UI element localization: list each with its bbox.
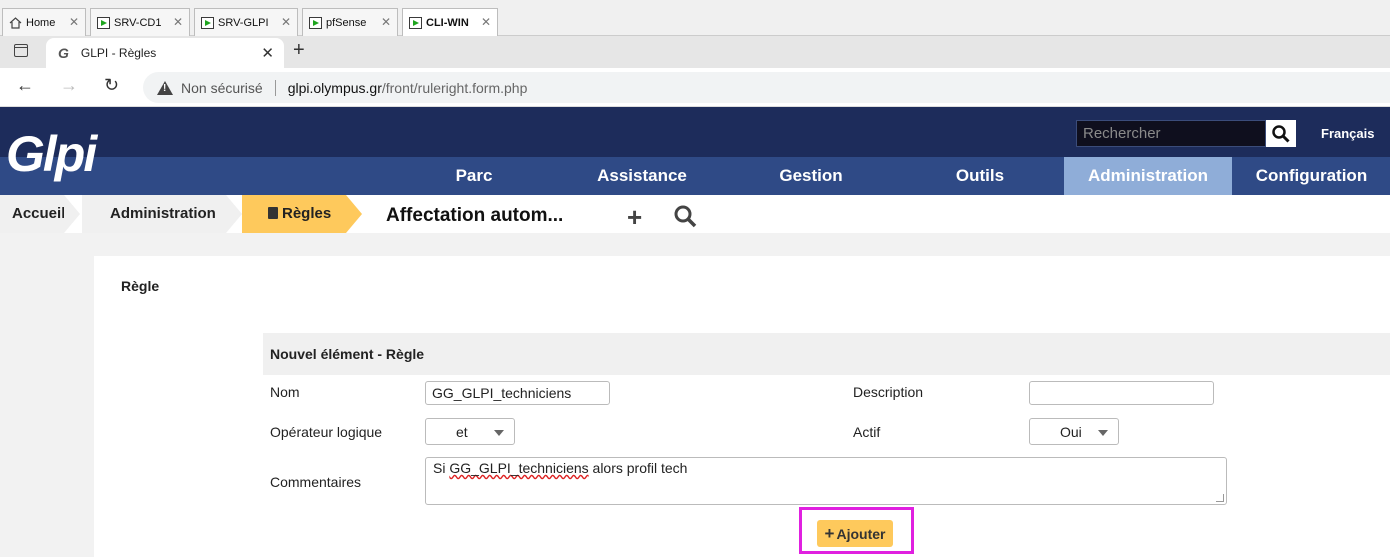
vm-tab-srv-cd1[interactable]: SRV-CD1 ✕ [90,8,190,36]
close-icon[interactable]: ✕ [69,15,79,29]
operator-label: Opérateur logique [270,424,383,440]
divider [274,79,276,96]
description-field[interactable] [1029,381,1214,405]
name-field[interactable]: GG_GLPI_techniciens [425,381,610,405]
glpi-header: Parc Assistance Gestion Outils Administr… [0,107,1390,195]
vm-icon [201,16,214,29]
form-header: Nouvel élément - Règle [263,333,1390,375]
vm-icon [309,16,322,29]
browser-tab[interactable]: G GLPI - Règles ✕ [46,38,284,68]
close-icon[interactable]: ✕ [381,15,391,29]
menu-assistance[interactable]: Assistance [558,157,726,195]
url-field[interactable]: Non sécurisé glpi.olympus.gr/front/ruler… [143,72,1390,103]
back-icon[interactable]: ← [16,75,34,96]
menu-gestion[interactable]: Gestion [727,157,895,195]
section-title: Règle [121,278,160,294]
plus-icon: + [824,523,835,543]
glpi-favicon-icon: G [58,45,69,61]
form-panel [94,256,1390,557]
breadcrumb-administration[interactable]: Administration [82,195,242,233]
close-tab-icon[interactable]: ✕ [261,44,274,62]
url-path: /front/ruleright.form.php [381,79,528,96]
breadcrumb-accueil[interactable]: Accueil [0,195,80,233]
search-icon[interactable] [673,204,697,235]
chevron-down-icon [494,430,504,436]
browser-tab-strip: G GLPI - Règles ✕ + [0,36,1390,68]
close-icon[interactable]: ✕ [173,15,183,29]
name-label: Nom [270,384,300,400]
operator-select[interactable]: et [425,418,515,445]
vm-tab-home[interactable]: Home ✕ [2,8,86,36]
vm-tab-pfsense[interactable]: pfSense ✕ [302,8,398,36]
reload-icon[interactable]: ↻ [104,75,119,96]
menu-administration[interactable]: Administration [1064,157,1232,195]
book-icon [268,207,278,219]
vm-tab-cli-win[interactable]: CLI-WIN ✕ [402,8,498,37]
chevron-down-icon [1098,430,1108,436]
vm-tab-bar: Home ✕ SRV-CD1 ✕ SRV-GLPI ✕ pfSense ✕ CL… [0,0,1390,37]
home-icon [9,16,22,29]
search-input[interactable] [1076,120,1266,147]
glpi-logo[interactable]: Glpi [6,129,97,179]
url-host: glpi.olympus.gr [287,79,382,96]
warning-icon [157,80,173,95]
page-title[interactable]: Affectation autom... [386,205,563,227]
vm-icon [409,17,422,29]
add-icon[interactable]: + [627,202,642,233]
vm-icon [97,16,110,29]
close-icon[interactable]: ✕ [481,15,491,29]
forward-icon[interactable]: → [60,75,78,96]
comments-label: Commentaires [270,474,362,490]
resize-handle[interactable] [1216,494,1224,502]
tab-actions-icon[interactable] [14,44,28,57]
new-tab-icon[interactable]: + [293,39,305,62]
search-button[interactable] [1266,120,1296,147]
breadcrumb-regles[interactable]: Règles [242,195,362,233]
security-label[interactable]: Non sécurisé [181,80,263,96]
menu-outils[interactable]: Outils [896,157,1064,195]
active-select[interactable]: Oui [1029,418,1119,445]
description-label: Description [853,384,924,400]
search-icon [1272,124,1290,143]
active-label: Actif [853,424,881,440]
add-button[interactable]: + Ajouter [817,520,893,547]
close-icon[interactable]: ✕ [281,15,291,29]
comments-textarea[interactable]: Si GG_GLPI_techniciens alors profil tech [425,457,1227,505]
menu-configuration[interactable]: Configuration [1233,157,1390,195]
menu-parc[interactable]: Parc [390,157,558,195]
language-selector[interactable]: Français [1321,126,1374,141]
address-bar: ← → ↻ Non sécurisé glpi.olympus.gr/front… [0,68,1390,107]
vm-tab-srv-glpi[interactable]: SRV-GLPI ✕ [194,8,298,36]
main-menu: Parc Assistance Gestion Outils Administr… [0,157,1390,195]
